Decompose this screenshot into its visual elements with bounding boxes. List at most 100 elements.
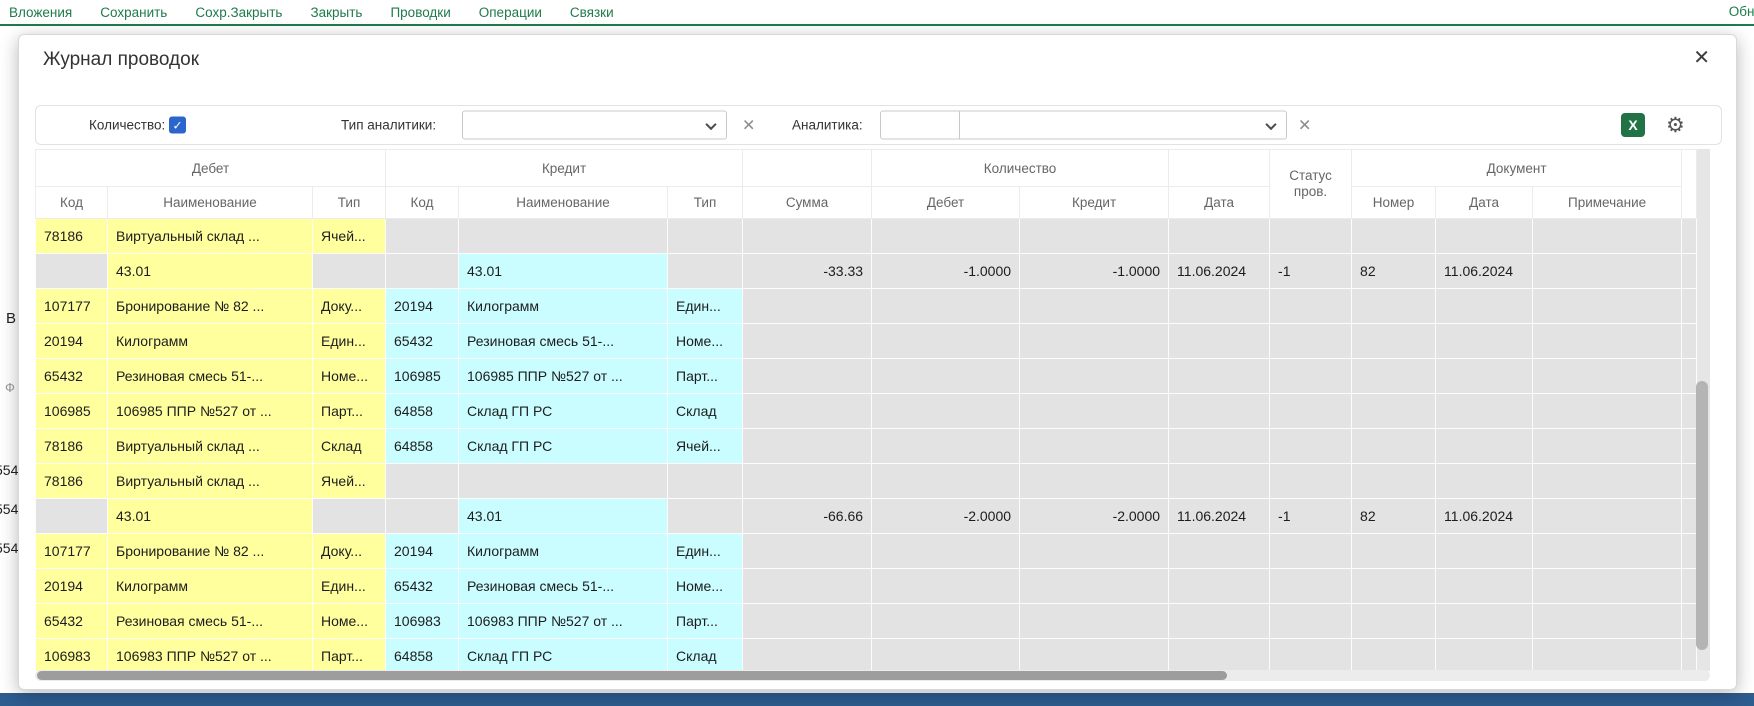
cell-ct[interactable] [668, 499, 743, 534]
cell-dc[interactable]: 106985 [36, 394, 108, 429]
cell-cn[interactable]: Резиновая смесь 51-... [459, 324, 668, 359]
cell-dt[interactable]: Доку... [313, 534, 386, 569]
cell-fill[interactable] [1682, 359, 1697, 394]
cell-qd[interactable] [872, 569, 1020, 604]
close-icon[interactable]: ✕ [1693, 47, 1710, 67]
cell-ct[interactable]: Парт... [668, 604, 743, 639]
cell-dt[interactable]: Склад [313, 429, 386, 464]
cell-ddate[interactable] [1436, 604, 1533, 639]
cell-num[interactable] [1352, 394, 1436, 429]
cell-ddate[interactable] [1436, 289, 1533, 324]
cell-note[interactable] [1533, 429, 1682, 464]
cell-st[interactable] [1270, 464, 1352, 499]
cell-dn[interactable]: Бронирование № 82 ... [108, 289, 313, 324]
cell-dn[interactable]: Бронирование № 82 ... [108, 534, 313, 569]
cell-fill[interactable] [1682, 394, 1697, 429]
cell-st[interactable]: -1 [1270, 499, 1352, 534]
cell-dn[interactable]: Виртуальный склад ... [108, 429, 313, 464]
cell-st[interactable] [1270, 534, 1352, 569]
cell-cc[interactable] [386, 499, 459, 534]
gear-icon[interactable]: ⚙ [1666, 113, 1685, 137]
cell-cn[interactable]: Склад ГП РС [459, 639, 668, 672]
cell-ddate[interactable] [1436, 219, 1533, 254]
cell-qc[interactable] [1020, 569, 1169, 604]
cell-dt[interactable]: Парт... [313, 394, 386, 429]
table-row[interactable]: 78186Виртуальный склад ...Склад64858Скла… [36, 429, 1697, 464]
cell-num[interactable] [1352, 604, 1436, 639]
cell-qd[interactable] [872, 534, 1020, 569]
cell-num[interactable] [1352, 464, 1436, 499]
cell-sum[interactable] [743, 464, 872, 499]
cell-dc[interactable]: 106983 [36, 639, 108, 672]
cell-dc[interactable] [36, 499, 108, 534]
cell-cc[interactable] [386, 464, 459, 499]
cell-fill[interactable] [1682, 219, 1697, 254]
table-row[interactable]: 20194КилограммЕдин...65432Резиновая смес… [36, 324, 1697, 359]
cell-sum[interactable] [743, 219, 872, 254]
cell-qd[interactable]: -1.0000 [872, 254, 1020, 289]
horizontal-scrollbar-thumb[interactable] [37, 671, 1227, 680]
cell-dt[interactable]: Един... [313, 324, 386, 359]
cell-cn[interactable]: 106983 ППР №527 от ... [459, 604, 668, 639]
cell-dc[interactable]: 20194 [36, 569, 108, 604]
cell-date[interactable] [1169, 464, 1270, 499]
cell-dc[interactable]: 65432 [36, 359, 108, 394]
cell-sum[interactable] [743, 569, 872, 604]
cell-ct[interactable] [668, 219, 743, 254]
cell-cc[interactable]: 106983 [386, 604, 459, 639]
cell-ddate[interactable] [1436, 429, 1533, 464]
cell-cn[interactable]: Килограмм [459, 534, 668, 569]
cell-note[interactable] [1533, 569, 1682, 604]
cell-dc[interactable]: 78186 [36, 464, 108, 499]
cell-ct[interactable]: Номе... [668, 569, 743, 604]
menu-item-save[interactable]: Сохранить [100, 5, 167, 20]
cell-date[interactable] [1169, 429, 1270, 464]
cell-note[interactable] [1533, 534, 1682, 569]
cell-dn[interactable]: Резиновая смесь 51-... [108, 359, 313, 394]
cell-dc[interactable] [36, 254, 108, 289]
cell-date[interactable] [1169, 359, 1270, 394]
cell-note[interactable] [1533, 219, 1682, 254]
table-row[interactable]: 106985106985 ППР №527 от ...Парт...64858… [36, 394, 1697, 429]
cell-date[interactable] [1169, 289, 1270, 324]
cell-dc[interactable]: 78186 [36, 429, 108, 464]
cell-ct[interactable]: Парт... [668, 359, 743, 394]
cell-dt[interactable]: Ячей... [313, 464, 386, 499]
cell-qc[interactable] [1020, 604, 1169, 639]
cell-cn[interactable]: Склад ГП РС [459, 394, 668, 429]
cell-date[interactable] [1169, 604, 1270, 639]
cell-num[interactable]: 82 [1352, 254, 1436, 289]
cell-date[interactable] [1169, 534, 1270, 569]
cell-fill[interactable] [1682, 604, 1697, 639]
cell-date[interactable] [1169, 394, 1270, 429]
table-row[interactable]: 78186Виртуальный склад ...Ячей... [36, 464, 1697, 499]
cell-cc[interactable]: 20194 [386, 289, 459, 324]
cell-qd[interactable] [872, 639, 1020, 672]
cell-date[interactable] [1169, 569, 1270, 604]
cell-qc[interactable] [1020, 219, 1169, 254]
menu-item-save-close[interactable]: Сохр.Закрыть [195, 5, 282, 20]
cell-dn[interactable]: 106985 ППР №527 от ... [108, 394, 313, 429]
cell-note[interactable] [1533, 464, 1682, 499]
cell-qc[interactable] [1020, 464, 1169, 499]
cell-cc[interactable]: 64858 [386, 429, 459, 464]
cell-sum[interactable] [743, 604, 872, 639]
cell-dt[interactable]: Номе... [313, 604, 386, 639]
cell-st[interactable] [1270, 359, 1352, 394]
cell-cc[interactable]: 65432 [386, 569, 459, 604]
menu-item-refresh[interactable]: Обно [1729, 4, 1754, 19]
analytics-select[interactable] [959, 111, 1287, 140]
cell-ct[interactable] [668, 254, 743, 289]
table-row[interactable]: 20194КилограммЕдин...65432Резиновая смес… [36, 569, 1697, 604]
cell-sum[interactable] [743, 359, 872, 394]
cell-fill[interactable] [1682, 254, 1697, 289]
cell-num[interactable] [1352, 639, 1436, 672]
cell-fill[interactable] [1682, 639, 1697, 672]
cell-cc[interactable] [386, 219, 459, 254]
cell-dn[interactable]: Килограмм [108, 569, 313, 604]
cell-ct[interactable]: Склад [668, 639, 743, 672]
cell-date[interactable] [1169, 219, 1270, 254]
cell-cc[interactable]: 106985 [386, 359, 459, 394]
cell-qc[interactable] [1020, 639, 1169, 672]
cell-date[interactable]: 11.06.2024 [1169, 499, 1270, 534]
